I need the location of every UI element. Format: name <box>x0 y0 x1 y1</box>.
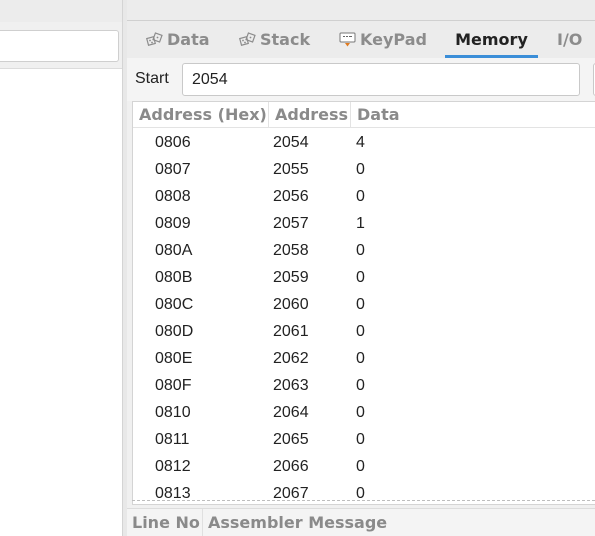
cell-address-hex: 0806 <box>155 134 191 151</box>
cell-data[interactable]: 0 <box>356 318 365 345</box>
cell-address-hex: 0809 <box>155 215 191 232</box>
cell-address: 2063 <box>273 377 309 394</box>
cell-data[interactable]: 0 <box>356 345 365 372</box>
assembler-message-header: Line No Assembler Message <box>127 508 595 536</box>
cell-address-hex: 080C <box>155 296 194 313</box>
column-header-line-no[interactable]: Line No <box>127 509 203 536</box>
left-pane <box>0 0 122 536</box>
table-row[interactable]: 080A 2058 0 <box>133 237 595 264</box>
tab-keypad-label: KeyPad <box>360 30 427 49</box>
cell-address: 2062 <box>273 350 309 367</box>
left-input-field[interactable] <box>0 30 119 62</box>
tab-memory-label: Memory <box>455 30 528 49</box>
tab-io-label: I/O <box>557 30 583 49</box>
table-row[interactable]: 080E 2062 0 <box>133 345 595 372</box>
cell-address: 2060 <box>273 296 309 313</box>
cell-address-hex: 0810 <box>155 404 191 421</box>
table-row[interactable]: 0807 2055 0 <box>133 156 595 183</box>
table-row[interactable]: 0811 2065 0 <box>133 426 595 453</box>
table-row[interactable]: 080B 2059 0 <box>133 264 595 291</box>
left-content-area[interactable] <box>0 68 122 536</box>
table-scroll-edge <box>132 500 595 501</box>
table-row[interactable]: 080C 2060 0 <box>133 291 595 318</box>
cell-address: 2055 <box>273 161 309 178</box>
keypad-icon <box>339 31 356 48</box>
column-header-address-hex[interactable]: Address (Hex) <box>133 102 269 128</box>
cell-address: 2059 <box>273 269 309 286</box>
table-row[interactable]: 0812 2066 0 <box>133 453 595 480</box>
cell-data[interactable]: 0 <box>356 372 365 399</box>
cell-data[interactable]: 0 <box>356 480 365 504</box>
dice-icon <box>145 31 163 48</box>
cell-address: 2056 <box>273 188 309 205</box>
cell-address-hex: 0807 <box>155 161 191 178</box>
table-row[interactable]: 0810 2064 0 <box>133 399 595 426</box>
cell-data[interactable]: 1 <box>356 210 365 237</box>
table-row[interactable]: 0813 2067 0 <box>133 480 595 504</box>
cell-data[interactable]: 4 <box>356 129 365 156</box>
start-label: Start <box>135 70 169 87</box>
tab-keypad[interactable]: KeyPad <box>339 21 427 58</box>
table-row[interactable]: 080D 2061 0 <box>133 318 595 345</box>
cell-data[interactable]: 0 <box>356 156 365 183</box>
cell-address: 2067 <box>273 485 309 502</box>
cell-address: 2061 <box>273 323 309 340</box>
tab-io[interactable]: I/O <box>557 21 582 58</box>
cell-address: 2065 <box>273 431 309 448</box>
tab-bar: Data Stack KeyPad Memory I/O <box>127 20 595 58</box>
dice-icon <box>238 31 256 48</box>
cell-data[interactable]: 0 <box>356 264 365 291</box>
cell-address: 2064 <box>273 404 309 421</box>
left-toolbar-strip <box>0 0 122 22</box>
tab-stack[interactable]: Stack <box>238 21 311 58</box>
cell-data[interactable]: 0 <box>356 426 365 453</box>
table-row[interactable]: 0806 2054 4 <box>133 129 595 156</box>
tab-data[interactable]: Data <box>145 21 210 58</box>
right-pane: Data Stack KeyPad Memory I/O Start 2054 … <box>127 0 595 536</box>
cell-address: 2054 <box>273 134 309 151</box>
start-address-input[interactable] <box>182 63 580 96</box>
column-header-address[interactable]: Address <box>269 102 351 128</box>
memory-table[interactable]: Address (Hex) Address Data 0806 2054 4 0… <box>132 101 595 505</box>
cell-data[interactable]: 0 <box>356 237 365 264</box>
cell-address-hex: 0813 <box>155 485 191 502</box>
cell-address-hex: 080F <box>155 377 192 394</box>
cell-data[interactable]: 0 <box>356 453 365 480</box>
cell-address-hex: 0811 <box>155 431 190 448</box>
table-row[interactable]: 080F 2063 0 <box>133 372 595 399</box>
table-row[interactable]: 0809 2057 1 <box>133 210 595 237</box>
cell-address-hex: 080E <box>155 350 193 367</box>
cell-address-hex: 0812 <box>155 458 191 475</box>
simulator-window: Data Stack KeyPad Memory I/O Start 2054 … <box>0 0 595 536</box>
cell-data[interactable]: 0 <box>356 399 365 426</box>
column-header-assembler-message[interactable]: Assembler Message <box>203 509 595 536</box>
start-row: Start <box>127 58 595 101</box>
cell-address-hex: 0808 <box>155 188 191 205</box>
cell-address-hex: 080B <box>155 269 193 286</box>
table-row[interactable]: 0808 2056 0 <box>133 183 595 210</box>
cell-address: 2057 <box>273 215 309 232</box>
cell-address: 2058 <box>273 242 309 259</box>
memory-table-header: Address (Hex) Address Data <box>133 102 595 128</box>
cell-address-hex: 080D <box>155 323 194 340</box>
column-header-data[interactable]: Data <box>351 102 595 128</box>
right-toolbar-strip <box>127 0 595 20</box>
cell-address: 2066 <box>273 458 309 475</box>
tab-memory[interactable]: Memory <box>445 21 538 58</box>
tab-stack-label: Stack <box>260 30 311 49</box>
tab-data-label: Data <box>167 30 210 49</box>
memory-table-body: 0806 2054 4 0807 2055 0 0808 2056 0 0809… <box>133 129 595 504</box>
cell-data[interactable]: 0 <box>356 291 365 318</box>
cell-address-hex: 080A <box>155 242 193 259</box>
cell-data[interactable]: 0 <box>356 183 365 210</box>
